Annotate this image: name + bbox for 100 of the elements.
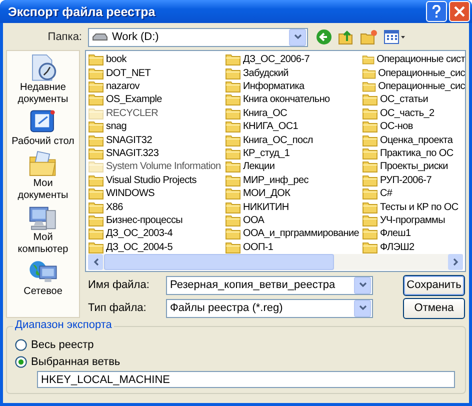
folder-name[interactable]: SNAGIT.323 [106, 148, 159, 160]
folder-icon [362, 187, 378, 200]
folder-name[interactable]: ООА_и_прграммирование [243, 228, 360, 240]
folder-icon [225, 120, 241, 134]
folder-name[interactable]: МИР_инф_рес [243, 174, 308, 186]
folder-name[interactable]: Бизнес-процессы [106, 215, 183, 226]
new-folder-icon[interactable] [360, 29, 378, 45]
folder-name[interactable]: Практика_по ОС [380, 148, 454, 160]
folder-name[interactable]: УЧ-программы [380, 215, 445, 226]
folder-icon [362, 240, 378, 254]
folder-icon [88, 66, 104, 80]
folder-icon [225, 93, 241, 106]
folder-name[interactable]: Visual Studio Projects [106, 174, 196, 186]
folder-icon [362, 93, 378, 106]
folder-icon [362, 134, 378, 147]
folder-name[interactable]: Лекции [243, 161, 275, 172]
folder-name[interactable]: C# [380, 188, 392, 200]
folder-icon [88, 160, 104, 174]
folder-icon [225, 106, 241, 120]
folder-name[interactable]: DOT_NET [106, 68, 151, 79]
caret-icon[interactable] [358, 282, 366, 288]
folder-name[interactable]: Флеш1 [380, 228, 411, 240]
folder-name[interactable]: SNAGIT32 [106, 134, 152, 146]
folder-name[interactable]: Книга окончательно [243, 94, 330, 106]
folder-name[interactable]: ОС_часть_2 [380, 108, 434, 119]
folder-name[interactable]: ОС-нов [380, 121, 413, 132]
folder-icon [362, 214, 378, 228]
places-bar-item[interactable]: Мой компьютер [7, 204, 79, 256]
help-button[interactable] [426, 1, 447, 22]
folder-name[interactable]: КНИГА_ОС1 [243, 121, 298, 132]
places-bar-item[interactable]: Рабочий стол [7, 108, 79, 148]
folder-icon [225, 240, 241, 254]
folder-name[interactable]: РУП-2006-7 [380, 174, 432, 186]
folder-name[interactable]: ДЗ_ОС_2004-5 [106, 242, 172, 253]
folder-name[interactable]: book [106, 54, 126, 66]
horizontal-scrollbar[interactable] [88, 254, 463, 270]
file-type-dropdown[interactable]: Файлы реестра (*.reg) [166, 298, 373, 318]
folder-icon [88, 174, 104, 187]
places-bar-item[interactable]: Недавние документы [7, 54, 79, 106]
folder-icon [88, 227, 104, 240]
folder-name[interactable]: Забудский [243, 68, 288, 79]
places-bar-item[interactable]: Сетевое [7, 258, 79, 298]
folder-icon [88, 214, 104, 228]
folder-name[interactable]: МОИ_ДОК [243, 188, 290, 200]
folder-icon [225, 66, 241, 80]
folder-name[interactable]: ДЗ_ОС_2003-4 [106, 228, 172, 240]
scroll-left-icon[interactable] [92, 258, 98, 266]
close-button[interactable] [449, 1, 470, 22]
folder-icon [362, 80, 376, 94]
folder-icon [88, 187, 104, 200]
folder-name[interactable]: ФЛЭШ2 [380, 242, 414, 253]
folder-documents-icon [28, 150, 58, 178]
folder-name[interactable]: OS_Example [106, 94, 162, 106]
file-name-field[interactable]: Резерная_копия_ветви_реестра [166, 276, 373, 294]
folder-name[interactable]: КР_студ_1 [243, 148, 290, 160]
folder-name[interactable]: Операционные_сис [378, 68, 465, 79]
file-type-label: Тип файла: [87, 302, 148, 314]
folder-name[interactable]: НИКИТИН [243, 202, 289, 213]
caret-icon[interactable] [294, 34, 302, 40]
radio-button[interactable]: Выбранная ветвь [15, 353, 120, 370]
save-button[interactable]: Сохранить [403, 274, 465, 296]
radio-button[interactable]: Весь реестр [15, 336, 94, 353]
folder-name[interactable]: snag [106, 121, 126, 132]
folder-name[interactable]: Тесты и КР по ОС [380, 202, 458, 213]
folder-name[interactable]: System Volume Information [106, 161, 221, 172]
cancel-button[interactable]: Отмена [403, 298, 465, 318]
folder-icon [225, 174, 241, 187]
folder-icon [225, 147, 241, 160]
folder-name[interactable]: Книга_ОС [243, 108, 288, 119]
folder-icon [225, 160, 241, 174]
back-icon[interactable] [316, 29, 332, 45]
folder-name[interactable]: Проекты_риски [380, 161, 448, 172]
up-folder-icon[interactable] [338, 29, 354, 45]
folder-name[interactable]: Информатика [243, 81, 304, 92]
folder-name[interactable]: Операционные сист [376, 54, 465, 66]
folder-icon [88, 106, 104, 120]
folder-name[interactable]: ООА [243, 215, 264, 226]
folder-dropdown[interactable]: Work (D:) [88, 28, 308, 46]
folder-name[interactable]: Книга_ОС_посл [243, 134, 313, 146]
folder-name[interactable]: Оценка_проекта [380, 134, 453, 146]
folder-icon [88, 147, 104, 160]
places-bar-item[interactable]: Мои документы [7, 150, 79, 202]
branch-field[interactable]: HKEY_LOCAL_MACHINE [37, 371, 455, 388]
window-title: Экспорт файла реестра [7, 4, 156, 18]
folder-name[interactable]: ОС_статьи [380, 94, 428, 106]
folder-icon [362, 227, 378, 240]
folder-icon [88, 200, 104, 214]
folder-name[interactable]: X86 [106, 202, 123, 213]
folder-name[interactable]: RECYCLER [106, 108, 158, 119]
folder-icon [362, 53, 375, 66]
folder-name[interactable]: nazarov [106, 81, 140, 92]
folder-name[interactable]: ООП-1 [243, 242, 274, 253]
folder-name[interactable]: ДЗ_ОС_2006-7 [243, 54, 310, 66]
folder-icon [88, 120, 104, 134]
folder-name[interactable]: Операционные_сис [378, 81, 465, 92]
scroll-right-icon[interactable] [452, 258, 458, 266]
folder-label: Папка: [46, 31, 83, 43]
view-menu-icon[interactable] [384, 30, 406, 44]
folder-name[interactable]: WINDOWS [106, 188, 154, 200]
caret-icon[interactable] [358, 305, 366, 311]
